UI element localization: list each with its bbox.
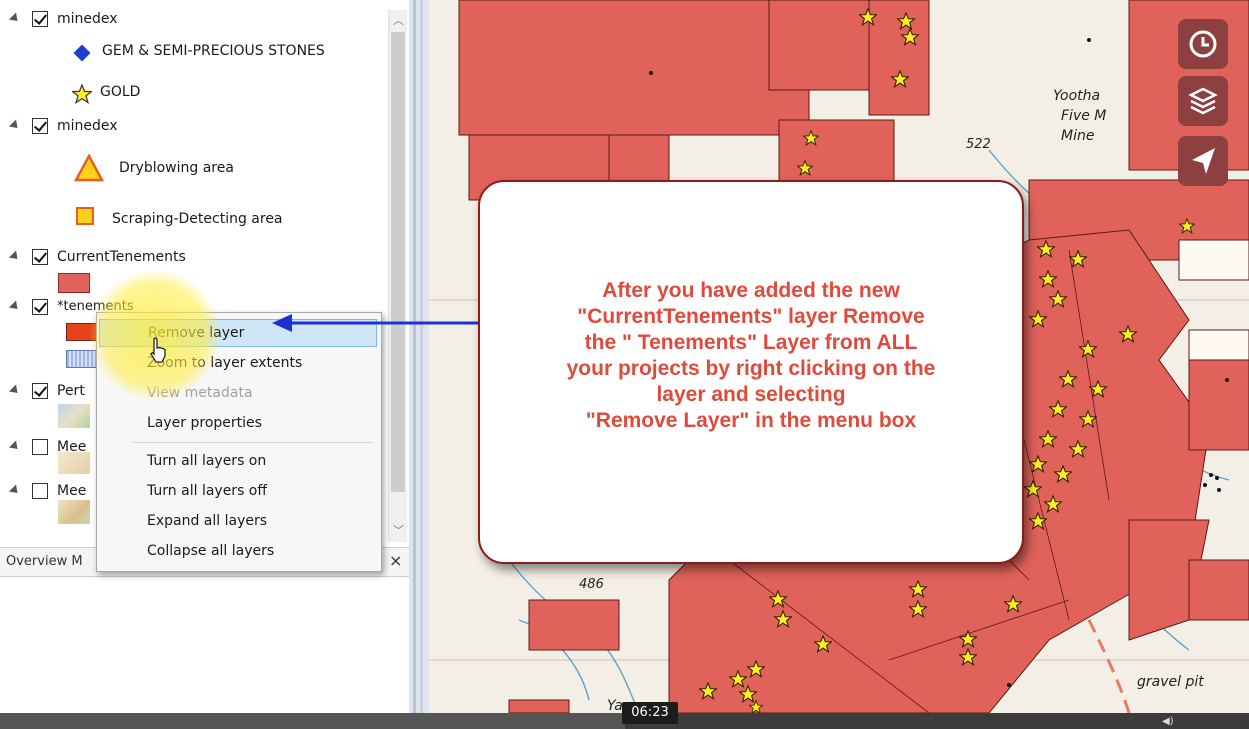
expand-arrow-icon[interactable] <box>8 484 22 497</box>
legend-scraping-label: Scraping-Detecting area <box>112 211 283 227</box>
map-label-mine: Mine <box>1061 128 1094 144</box>
layer-checkbox[interactable] <box>32 11 48 27</box>
overview-map-title: Overview M <box>6 554 83 569</box>
map-thumbnail-icon <box>58 404 90 428</box>
volume-icon[interactable]: ◀) <box>1162 716 1174 727</box>
map-label-five-mile: Five M <box>1061 108 1106 124</box>
map-label-gravel-pit: gravel pit <box>1137 674 1204 690</box>
scroll-thumb[interactable] <box>391 32 405 492</box>
layer-row-minedex-2[interactable]: minedex <box>0 115 380 139</box>
layer-scrollbar[interactable]: ︿ ﹀ <box>388 10 407 542</box>
layer-row-current-tenements[interactable]: CurrentTenements <box>0 246 380 270</box>
legend-gem-label: GEM & SEMI-PRECIOUS STONES <box>102 43 325 59</box>
map-label-ya: Ya <box>607 698 623 713</box>
legend-gold-label: GOLD <box>100 84 141 100</box>
map-label-486: 486 <box>579 577 604 592</box>
scroll-down-icon[interactable]: ﹀ <box>393 522 404 538</box>
navigation-arrow-icon <box>1192 148 1215 174</box>
menu-separator <box>133 442 373 443</box>
expand-arrow-icon[interactable] <box>8 384 22 397</box>
map-label-yootha: Yootha <box>1053 88 1100 104</box>
video-progress-fill <box>0 713 625 729</box>
layer-checkbox[interactable] <box>32 299 48 315</box>
panel-splitter[interactable] <box>409 0 429 729</box>
layer-checkbox[interactable] <box>32 383 48 399</box>
layer-checkbox[interactable] <box>32 483 48 499</box>
map-thumbnail-icon <box>58 452 90 474</box>
hand-cursor-icon <box>150 337 166 363</box>
menu-item-expand-all-layers[interactable]: Expand all layers <box>99 507 377 535</box>
tenement-swatch-icon <box>66 323 98 341</box>
menu-item-turn-all-layers-off[interactable]: Turn all layers off <box>99 477 377 505</box>
instruction-callout: After you have added the new "CurrentTen… <box>478 180 1024 564</box>
callout-text: After you have added the new "CurrentTen… <box>566 279 936 432</box>
menu-item-zoom-to-layer-extents[interactable]: Zoom to layer extents <box>99 349 377 377</box>
layer-label: Pert <box>57 383 85 399</box>
menu-item-turn-all-layers-on[interactable]: Turn all layers on <box>99 447 377 475</box>
layer-checkbox[interactable] <box>32 249 48 265</box>
layer-checkbox[interactable] <box>32 118 48 134</box>
pointer-arrow <box>272 314 484 332</box>
layer-label: Mee <box>57 483 87 499</box>
triangle-warning-icon <box>74 154 104 182</box>
map-thumbnail-icon <box>58 500 90 524</box>
tenement-swatch-icon <box>58 273 90 293</box>
expand-arrow-icon[interactable] <box>8 12 22 25</box>
gem-diamond-icon <box>73 44 91 62</box>
history-button[interactable] <box>1178 19 1228 69</box>
layers-icon <box>1188 87 1218 115</box>
layer-row-minedex-1[interactable]: minedex <box>0 8 380 32</box>
layer-checkbox[interactable] <box>32 439 48 455</box>
map-label-522: 522 <box>966 137 991 152</box>
legend-dryblowing-label: Dryblowing area <box>119 160 234 176</box>
layer-label: minedex <box>57 118 118 134</box>
layer-label: CurrentTenements <box>57 249 186 265</box>
menu-item-view-metadata[interactable]: View metadata <box>99 379 377 407</box>
video-timestamp: 06:23 <box>622 702 678 724</box>
layer-label: minedex <box>57 11 118 27</box>
expand-arrow-icon[interactable] <box>8 300 22 313</box>
clock-icon <box>1189 30 1217 58</box>
gold-star-icon <box>72 84 92 104</box>
expand-arrow-icon[interactable] <box>8 250 22 263</box>
menu-item-collapse-all-layers[interactable]: Collapse all layers <box>99 537 377 565</box>
layers-button[interactable] <box>1178 76 1228 126</box>
expand-arrow-icon[interactable] <box>8 119 22 132</box>
expand-arrow-icon[interactable] <box>8 440 22 453</box>
scroll-up-icon[interactable]: ︿ <box>393 12 404 28</box>
layer-context-menu: Remove layer Zoom to layer extents View … <box>96 312 382 572</box>
hatched-swatch-icon <box>66 350 98 368</box>
menu-item-layer-properties[interactable]: Layer properties <box>99 409 377 437</box>
close-icon[interactable]: × <box>389 551 402 570</box>
square-area-icon <box>76 207 94 225</box>
locate-button[interactable] <box>1178 136 1228 186</box>
